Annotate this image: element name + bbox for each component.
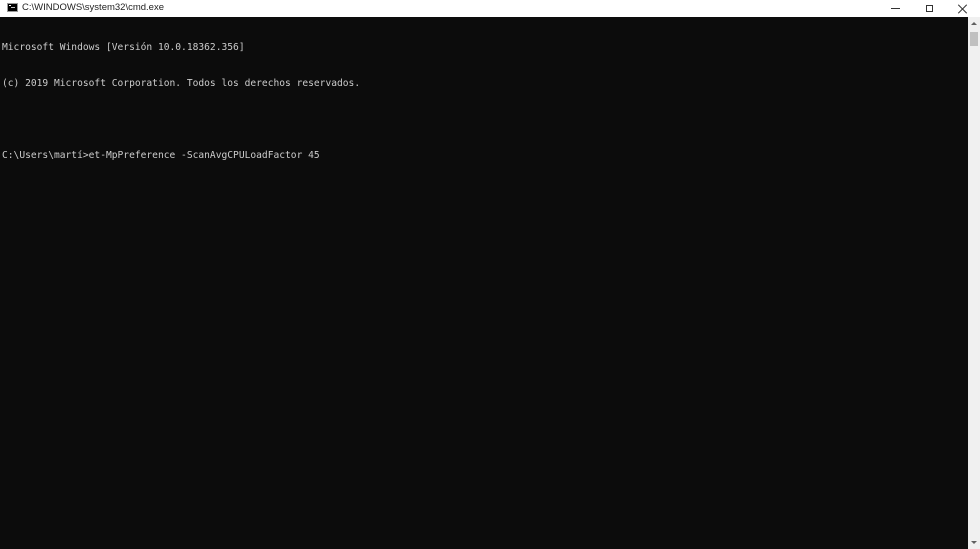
- scroll-down-button[interactable]: [968, 536, 980, 549]
- console-line-version: Microsoft Windows [Versión 10.0.18362.35…: [2, 42, 245, 53]
- minimize-icon: [890, 8, 900, 9]
- cmd-window: C:\WINDOWS\system32\cmd.exe Microsoft Wi…: [0, 0, 980, 549]
- window-title: C:\WINDOWS\system32\cmd.exe: [22, 2, 164, 13]
- maximize-icon: [925, 5, 933, 12]
- maximize-button[interactable]: [912, 0, 946, 17]
- scroll-up-button[interactable]: [968, 17, 980, 30]
- console-line-copyright: (c) 2019 Microsoft Corporation. Todos lo…: [2, 78, 361, 89]
- close-button[interactable]: [946, 0, 980, 17]
- vertical-scrollbar[interactable]: [968, 17, 980, 549]
- chevron-up-icon: [971, 22, 977, 25]
- close-icon: [958, 4, 968, 14]
- console-line-prompt: C:\Users\martí>et-MpPreference -ScanAvgC…: [2, 150, 320, 161]
- minimize-button[interactable]: [878, 0, 912, 17]
- scroll-thumb[interactable]: [970, 32, 978, 46]
- title-bar[interactable]: C:\WINDOWS\system32\cmd.exe: [0, 0, 980, 17]
- chevron-down-icon: [971, 541, 977, 544]
- console-output[interactable]: Microsoft Windows [Versión 10.0.18362.35…: [2, 18, 964, 549]
- cmd-icon[interactable]: [7, 3, 18, 12]
